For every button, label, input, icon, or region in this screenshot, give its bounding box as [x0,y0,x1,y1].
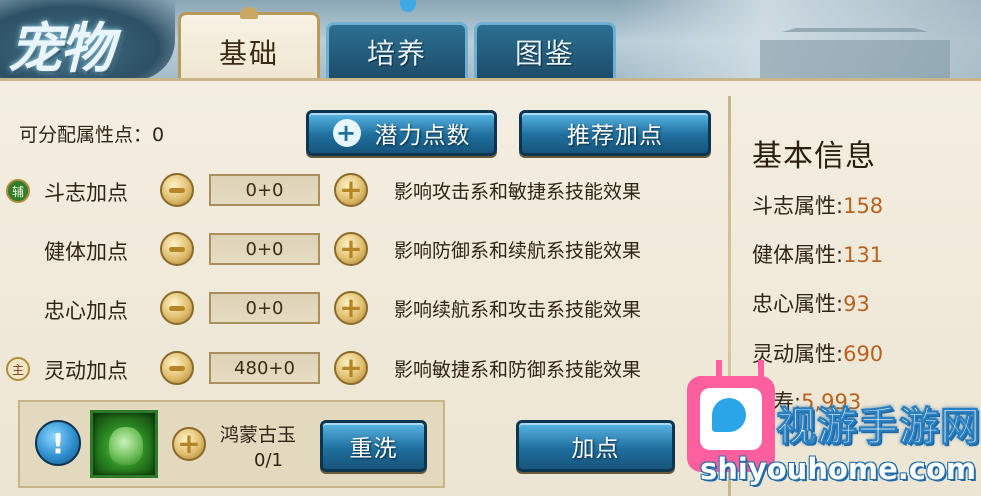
stat-value: 158 [843,194,884,218]
stat-value: 93 [843,292,870,316]
plus-icon: + [339,291,363,324]
info-button[interactable]: ! [35,420,81,466]
main-badge-icon: 主 [6,357,30,381]
plus-icon: + [332,119,361,147]
watermark-mascot-icon [712,398,746,432]
plus-button[interactable]: + [334,173,368,207]
attribute-label: 忠心加点 [44,299,128,323]
attribute-row-loyalty: 忠心加点 0+0 + 影响续航系和攻击系技能效果 [0,289,720,329]
watermark-url: shiyouhome.com [700,452,977,486]
minus-button[interactable] [160,351,194,385]
add-points-button[interactable]: 加点 [516,420,675,472]
stat-label: 忠心属性: [752,292,844,316]
stat-agility: 灵动属性:690 [752,338,883,368]
plus-button[interactable]: + [334,351,368,385]
minus-button[interactable] [160,291,194,325]
item-name: 鸿蒙古玉 [220,424,297,446]
stat-label: 灵动属性: [752,342,844,366]
stat-fighting-spirit: 斗志属性:158 [752,190,883,220]
plus-icon: + [339,232,363,265]
attribute-effect: 影响防御系和续航系技能效果 [394,240,642,262]
stat-value: 131 [843,243,884,267]
page-title: 宠物 [8,16,114,80]
stat-loyalty: 忠心属性:93 [752,288,870,318]
attribute-row-physique: 健体加点 0+0 + 影响防御系和续航系技能效果 [0,230,720,270]
minus-icon [169,365,185,371]
potential-points-label: 潜力点数 [374,123,471,149]
attribute-row-agility: 主 灵动加点 480+0 + 影响敏捷系和防御系技能效果 [0,349,720,389]
jade-item-icon[interactable] [90,410,158,478]
allocatable-points: 可分配属性点：0 [19,124,165,146]
plus-icon: + [177,427,201,460]
minus-icon [169,305,185,311]
attribute-row-fighting-spirit: 辅 斗志加点 0+0 + 影响攻击系和敏捷系技能效果 [0,171,720,211]
reset-button[interactable]: 重洗 [320,420,427,472]
watermark-title: 视游手游网 [776,404,981,451]
plus-button[interactable]: + [334,291,368,325]
basic-info-title: 基本信息 [752,139,876,174]
attribute-label: 灵动加点 [44,359,128,383]
tab-train[interactable]: 培养 [326,22,468,78]
minus-icon [169,246,185,252]
potential-points-button[interactable]: + 潜力点数 [306,110,497,156]
minus-button[interactable] [160,173,194,207]
attribute-effect: 影响续航系和攻击系技能效果 [394,299,642,321]
item-count: 0/1 [254,450,283,471]
plus-button[interactable]: + [334,232,368,266]
tab-basic[interactable]: 基础 [178,12,320,80]
recommend-points-button[interactable]: 推荐加点 [519,110,711,156]
tab-codex[interactable]: 图鉴 [474,22,616,78]
attribute-effect: 影响敏捷系和防御系技能效果 [394,359,642,381]
stat-label: 健体属性: [752,243,844,267]
attribute-label: 健体加点 [44,240,128,264]
stat-physique: 健体属性:131 [752,239,883,269]
attribute-value-field: 480+0 [209,352,320,384]
stat-label: 斗志属性: [752,194,844,218]
add-item-button[interactable]: + [172,427,206,461]
auxiliary-badge-icon: 辅 [6,179,30,203]
plus-icon: + [339,173,363,206]
stat-value: 690 [843,342,884,366]
attribute-value-field: 0+0 [209,292,320,324]
plus-icon: + [339,351,363,384]
attribute-value-field: 0+0 [209,233,320,265]
attribute-label: 斗志加点 [44,181,128,205]
minus-icon [169,187,185,193]
attribute-effect: 影响攻击系和敏捷系技能效果 [394,181,642,203]
minus-button[interactable] [160,232,194,266]
attribute-value-field: 0+0 [209,174,320,206]
